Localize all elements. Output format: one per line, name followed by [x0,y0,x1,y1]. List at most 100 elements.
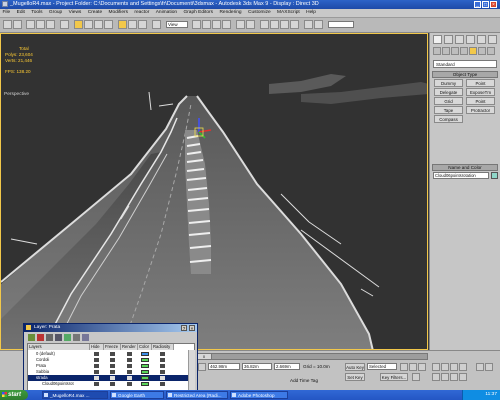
layer-manager-icon[interactable] [260,20,269,29]
color-column-header[interactable]: Color [138,344,152,350]
layer-color-swatch[interactable] [141,370,149,374]
hide-toggle[interactable] [94,358,99,362]
systems-icon[interactable] [487,47,495,55]
maximize-button[interactable]: □ [482,1,489,8]
close-button[interactable]: × [490,1,497,8]
radiosity-toggle[interactable] [160,358,165,362]
freeze-toggle[interactable] [110,376,115,380]
menu-rendering[interactable]: Rendering [217,9,244,17]
menu-tools[interactable]: Tools [29,9,45,17]
material-editor-icon[interactable] [290,20,299,29]
go-to-start-icon[interactable] [400,363,408,371]
window-crossing-icon[interactable] [104,20,113,29]
layer-dialog-title-bar[interactable]: Layer: Prata [24,324,197,332]
highlight-selected-icon[interactable] [64,334,71,341]
menu-modifiers[interactable]: Modifiers [106,9,130,17]
freeze-toggle[interactable] [110,364,115,368]
time-slider[interactable]: 0 [196,353,428,360]
create-tab-icon[interactable] [433,35,442,44]
layer-color-swatch[interactable] [141,364,149,368]
lock-selection-icon[interactable] [198,363,206,371]
menu-views[interactable]: Views [66,9,84,17]
zoom-extents-all-icon[interactable] [459,363,467,371]
field-of-view-icon[interactable] [432,373,440,381]
render-toggle[interactable] [127,352,132,356]
menu-file[interactable]: File [0,9,13,17]
layers-column-header[interactable]: Layers [28,344,90,350]
time-configuration-icon[interactable] [476,363,484,371]
layer-color-swatch[interactable] [141,358,149,362]
render-toggle[interactable] [127,358,132,362]
add-time-tag-label[interactable]: Add Time Tag [290,378,318,383]
hide-column-header[interactable]: Hide [90,344,104,350]
menu-maxscript[interactable]: MAXScript [275,9,303,17]
viewport-label[interactable]: Perspective [4,92,29,97]
key-mode-dropdown[interactable]: Selected [367,363,397,370]
freeze-toggle[interactable] [110,370,115,374]
zoom-icon[interactable] [432,363,440,371]
unlink-icon[interactable] [36,20,45,29]
key-filters-button[interactable]: Key Filters... [380,373,408,381]
menu-reactor[interactable]: reactor [132,9,152,17]
grid-button[interactable]: Grid [434,97,463,105]
geometry-icon[interactable] [433,47,441,55]
play-icon[interactable] [418,363,426,371]
angle-snap-icon[interactable] [202,20,211,29]
auto-key-button[interactable]: Auto Key [345,363,365,371]
menu-group[interactable]: Group [46,9,64,17]
render-toggle[interactable] [127,382,132,386]
exposetm-button[interactable]: ExposeTm [466,88,495,96]
point-button-2[interactable]: Point [466,97,495,105]
pivot-icon[interactable] [152,20,161,29]
key-mode-toggle-icon[interactable] [485,363,493,371]
radiosity-toggle[interactable] [160,382,165,386]
mirror-icon[interactable] [236,20,245,29]
select-by-name-icon[interactable] [84,20,93,29]
spinner-snap-icon[interactable] [222,20,231,29]
time-slider-frame[interactable]: 0 [197,354,212,359]
radiosity-toggle[interactable] [160,364,165,368]
hide-toggle[interactable] [94,364,99,368]
motion-tab-icon[interactable] [466,35,475,44]
protractor-button[interactable]: Protractor [466,106,495,114]
layer-table-scrollbar[interactable] [188,350,195,390]
point-button[interactable]: Point [466,79,495,87]
add-to-layer-icon[interactable] [46,334,53,341]
move-icon[interactable] [118,20,127,29]
layer-dialog-close-button[interactable]: × [189,325,195,331]
layer-color-swatch[interactable] [141,382,149,386]
modify-tab-icon[interactable] [444,35,453,44]
redo-icon[interactable] [13,20,22,29]
next-frame-icon[interactable] [412,373,420,381]
object-type-rollout[interactable]: Object Type [432,71,498,78]
freeze-column-header[interactable]: Freeze [104,344,121,350]
hide-all-icon[interactable] [73,334,80,341]
coord-z-field[interactable]: 2.669m [274,363,300,370]
freeze-toggle[interactable] [110,358,115,362]
selection-filter-icon[interactable] [60,20,69,29]
taskbar-task-3dsmax[interactable]: _MugelloR4.max ... [42,391,108,399]
zoom-extents-icon[interactable] [450,363,458,371]
render-toggle[interactable] [127,370,132,374]
layer-color-swatch[interactable] [141,376,149,380]
percent-snap-icon[interactable] [212,20,221,29]
snap-toggle-icon[interactable] [192,20,201,29]
menu-graph-editors[interactable]: Graph Editors [181,9,216,17]
perspective-viewport[interactable]: Perspective Total Polys: 23,604 Verts: 2… [0,33,428,350]
arc-rotate-icon[interactable] [450,373,458,381]
tape-button[interactable]: Tape [434,106,463,114]
curve-editor-icon[interactable] [270,20,279,29]
menu-customize[interactable]: Customize [245,9,273,17]
display-tab-icon[interactable] [477,35,486,44]
object-color-swatch[interactable] [491,172,498,179]
compass-button[interactable]: Compass [434,115,463,123]
coord-y-field[interactable]: 36.82m [242,363,272,370]
named-selection-set-dropdown[interactable] [328,21,354,28]
freeze-all-icon[interactable] [82,334,89,341]
zoom-all-icon[interactable] [441,363,449,371]
previous-frame-icon[interactable] [409,363,417,371]
menu-help[interactable]: Help [304,9,319,17]
coord-x-field[interactable]: 462.98m [208,363,240,370]
hierarchy-tab-icon[interactable] [455,35,464,44]
taskbar-task-restricted-area[interactable]: Restricted Area (Radi... [166,391,228,399]
